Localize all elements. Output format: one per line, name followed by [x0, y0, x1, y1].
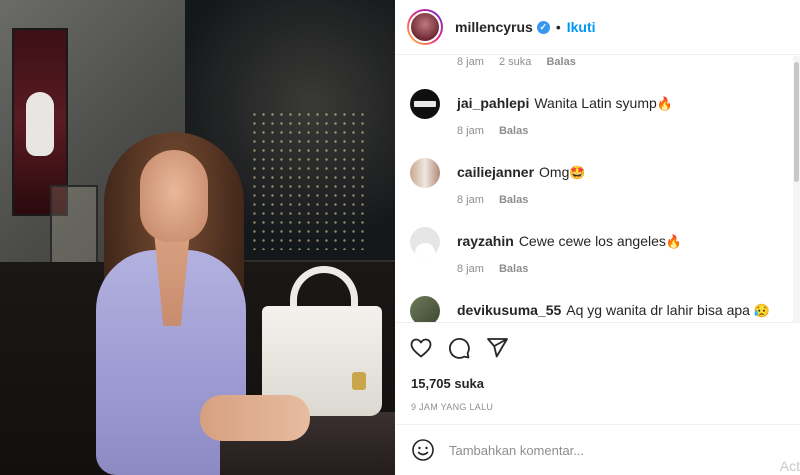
watermark-text: Act	[779, 458, 800, 474]
comment-meta: 8 jam Balas	[457, 125, 540, 137]
star-eyes-emoji: 🤩	[569, 165, 586, 180]
comment-meta: 8 jam Balas	[457, 194, 540, 206]
like-count[interactable]: 15,705 suka	[411, 376, 484, 391]
commenter-avatar[interactable]	[410, 89, 440, 119]
comment-item: rayzahin Cewe cewe los angeles🔥	[410, 227, 682, 257]
comment-text: Cewe cewe los angeles	[518, 233, 666, 249]
follow-button[interactable]: Ikuti	[567, 19, 596, 35]
commenter-username[interactable]: rayzahin	[457, 233, 514, 249]
photo-person-arm	[200, 395, 310, 441]
fire-emoji: 🔥	[665, 234, 683, 249]
comments-scrollbar[interactable]	[793, 56, 800, 322]
comment-item: jai_pahlepi Wanita Latin syump🔥	[410, 89, 673, 119]
comment-text: Wanita Latin syump	[534, 95, 657, 111]
emoji-icon[interactable]	[411, 438, 435, 462]
scrollbar-thumb[interactable]	[794, 62, 799, 182]
comment-body: rayzahin Cewe cewe los angeles🔥	[457, 232, 682, 251]
commenter-avatar[interactable]	[410, 158, 440, 188]
reply-button[interactable]: Balas	[499, 125, 528, 137]
photo-lamp	[50, 185, 98, 265]
comments-list[interactable]: 8 jam 2 suka Balas jai_pahlepi Wanita Lat…	[395, 56, 793, 322]
comment-body: devikusuma_55 Aq yg wanita dr lahir bisa …	[457, 301, 770, 320]
comment-item: cailiejanner Omg🤩	[410, 158, 586, 188]
author-avatar[interactable]	[407, 9, 443, 45]
commenter-avatar[interactable]	[410, 296, 440, 322]
author-username[interactable]: millencyrus	[455, 19, 533, 35]
photo-city-lights	[250, 110, 370, 250]
comment-likes[interactable]: 2 suka	[499, 56, 531, 68]
photo-person-face	[140, 150, 208, 242]
photo-bag-lock	[352, 372, 366, 390]
comment-meta: 8 jam 2 suka Balas	[457, 56, 588, 68]
photo-bear-figure	[26, 92, 54, 156]
comment-icon[interactable]	[447, 336, 471, 360]
comment-body: cailiejanner Omg🤩	[457, 163, 586, 182]
comment-meta: 8 jam Balas	[457, 263, 540, 275]
post-detail-panel: millencyrus ✓ • Ikuti 8 jam 2 suka Balas…	[395, 0, 800, 475]
reply-button[interactable]: Balas	[499, 194, 528, 206]
post-actions	[409, 336, 509, 360]
commenter-username[interactable]: devikusuma_55	[457, 302, 561, 318]
comment-time: 8 jam	[457, 194, 484, 206]
add-comment-bar	[395, 424, 800, 475]
verified-badge-icon: ✓	[536, 20, 550, 34]
post-timestamp: 9 JAM YANG LALU	[411, 402, 494, 412]
reply-button[interactable]: Balas	[499, 263, 528, 275]
header-separator: •	[555, 19, 561, 35]
comment-body: jai_pahlepi Wanita Latin syump🔥	[457, 94, 673, 113]
sad-emoji: 😥	[753, 303, 771, 318]
reply-button[interactable]: Balas	[546, 56, 575, 68]
commenter-avatar[interactable]	[410, 227, 440, 257]
comment-text: Omg	[539, 164, 570, 180]
commenter-username[interactable]: jai_pahlepi	[457, 95, 529, 111]
post-header: millencyrus ✓ • Ikuti	[395, 0, 800, 55]
comment-time: 8 jam	[457, 263, 484, 275]
post-photo[interactable]	[0, 0, 395, 475]
comment-text: Aq yg wanita dr lahir bisa apa	[566, 302, 750, 318]
author-avatar-image	[409, 11, 441, 43]
fire-emoji: 🔥	[656, 96, 673, 111]
divider	[395, 322, 800, 323]
comment-time: 8 jam	[457, 56, 484, 68]
share-icon[interactable]	[485, 336, 509, 360]
heart-icon[interactable]	[409, 336, 433, 360]
comment-input[interactable]	[449, 442, 749, 458]
comment-time: 8 jam	[457, 125, 484, 137]
commenter-username[interactable]: cailiejanner	[457, 164, 534, 180]
comment-item: devikusuma_55 Aq yg wanita dr lahir bisa …	[410, 296, 770, 322]
